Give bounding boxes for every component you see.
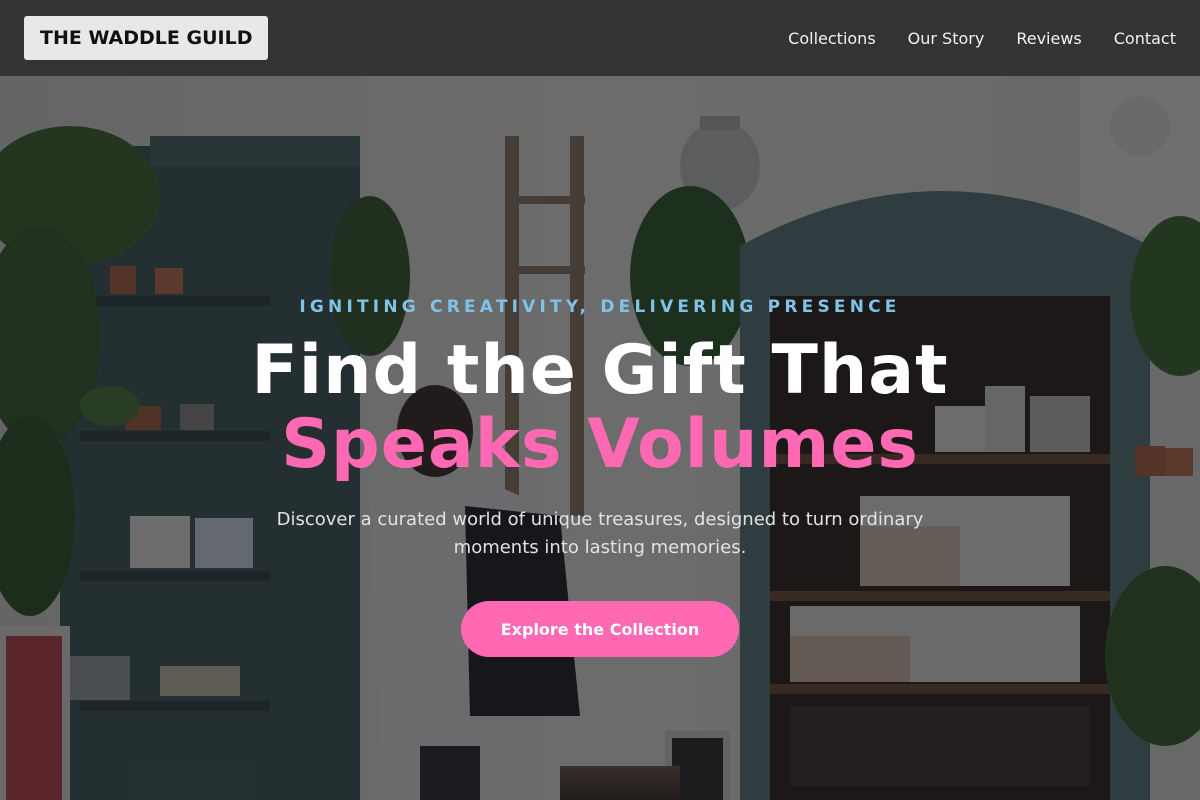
hero-content: IGNITING CREATIVITY, DELIVERING PRESENCE…: [0, 76, 1200, 800]
explore-collection-button[interactable]: Explore the Collection: [461, 601, 739, 657]
nav-link-reviews[interactable]: Reviews: [1016, 29, 1081, 48]
hero-headline-line-1: Find the Gift That: [251, 331, 949, 410]
hero-section: IGNITING CREATIVITY, DELIVERING PRESENCE…: [0, 76, 1200, 800]
main-nav: Collections Our Story Reviews Contact: [788, 29, 1176, 48]
hero-eyebrow: IGNITING CREATIVITY, DELIVERING PRESENCE: [299, 297, 901, 317]
nav-link-contact[interactable]: Contact: [1114, 29, 1176, 48]
hero-headline-line-2: Speaks Volumes: [281, 405, 919, 484]
hero-headline: Find the Gift That Speaks Volumes: [0, 334, 1200, 482]
brand-logo[interactable]: THE WADDLE GUILD: [24, 16, 269, 60]
hero-subtitle: Discover a curated world of unique treas…: [276, 509, 924, 558]
top-navigation-bar: THE WADDLE GUILD Collections Our Story R…: [0, 0, 1200, 76]
nav-link-collections[interactable]: Collections: [788, 29, 875, 48]
nav-link-our-story[interactable]: Our Story: [908, 29, 985, 48]
